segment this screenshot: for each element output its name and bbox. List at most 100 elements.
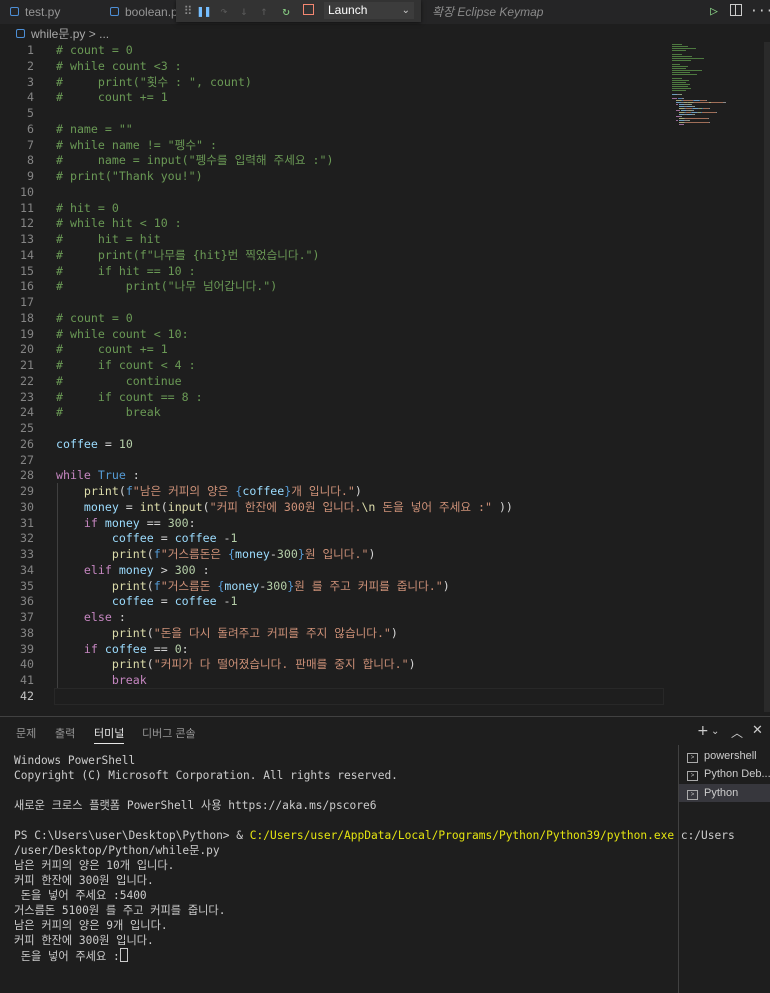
code-line[interactable]: 20 # count += 1 (0, 341, 664, 357)
code-line[interactable]: 42 (0, 687, 664, 705)
code-line[interactable]: 10 (0, 184, 664, 200)
code-text: # print("나무 넘어갑니다.") (56, 278, 277, 294)
code-line[interactable]: 31 if money == 300: (0, 515, 664, 531)
step-into-icon[interactable]: ↓ (236, 3, 252, 19)
tab-boolean-py[interactable]: boolean.p (110, 0, 178, 24)
minimap-line (672, 64, 680, 65)
code-line[interactable]: 14 # print(f"나무를 {hit}번 찍었습니다.") (0, 247, 664, 263)
code-line[interactable]: 39 if coffee == 0: (0, 641, 664, 657)
code-line[interactable]: 25 (0, 420, 664, 436)
code-line[interactable]: 27 (0, 452, 664, 468)
code-editor[interactable]: 1 # count = 0 2 # while count <3 : 3 # print(… (0, 42, 664, 712)
code-line[interactable]: 9 # print("Thank you!") (0, 168, 664, 184)
code-line[interactable]: 36 coffee = coffee -1 (0, 593, 664, 609)
code-line[interactable]: 7 # while name != "펭수" : (0, 137, 664, 153)
editor-scrollbar[interactable] (764, 42, 770, 712)
tab-test-py[interactable]: test.py (10, 0, 60, 24)
line-number: 25 (20, 421, 34, 435)
terminal-item-python[interactable]: > Python (679, 784, 770, 802)
terminal-line: 커피 한잔에 300원 입니다. (14, 933, 154, 948)
step-over-icon[interactable]: ↷ (216, 3, 232, 19)
close-icon[interactable]: ✕ (752, 723, 763, 738)
code-text: break (56, 672, 147, 688)
code-line[interactable]: 2 # while count <3 : (0, 58, 664, 74)
code-line[interactable]: 22 # continue (0, 373, 664, 389)
code-line[interactable]: 23 # if count == 8 : (0, 389, 664, 405)
code-line[interactable]: 41 break (0, 672, 664, 688)
terminal-text: 새로운 크로스 플랫폼 PowerShell 사용 https://aka.ms… (14, 799, 377, 812)
launch-config-select[interactable]: Launch ⌄ (324, 2, 414, 19)
code-text: # continue (56, 373, 182, 389)
code-line[interactable]: 26 coffee = 10 (0, 436, 664, 452)
terminal-item-python-debug[interactable]: > Python Deb... (679, 765, 770, 783)
code-line[interactable]: 5 (0, 105, 664, 121)
chevron-down-icon[interactable]: ⌄ (711, 726, 719, 737)
minimap-line (694, 106, 695, 107)
terminal-icon: > (687, 790, 698, 800)
code-line[interactable]: 35 print(f"거스름돈 {money-300}원 를 주고 커피를 줍니… (0, 578, 664, 594)
terminal-line: 돈을 넣어 주세요 : (14, 948, 128, 963)
maximize-panel-icon[interactable]: ︿ (731, 724, 743, 741)
code-line[interactable]: 6 # name = "" (0, 121, 664, 137)
tab-problems[interactable]: 문제 (16, 725, 36, 743)
step-out-icon[interactable]: ↑ (256, 3, 272, 19)
drag-handle-icon[interactable]: ⠿ (180, 3, 196, 19)
code-token: "거스름돈은 (160, 547, 229, 561)
new-terminal-icon[interactable]: + (697, 723, 709, 739)
code-line[interactable]: 16 # print("나무 넘어갑니다.") (0, 278, 664, 294)
breadcrumb-file[interactable]: while문.py (31, 27, 85, 41)
code-line[interactable]: 19 # while count < 10: (0, 326, 664, 342)
code-token: # print("Thank you!") (56, 169, 203, 183)
line-number: 40 (20, 657, 34, 672)
code-line[interactable]: 40 print("커피가 다 떨어졌습니다. 판매를 중지 합니다.") (0, 656, 664, 672)
code-line[interactable]: 17 (0, 294, 664, 310)
terminal-item-powershell[interactable]: > powershell (679, 747, 770, 765)
breadcrumb-symbols[interactable]: ... (99, 27, 109, 41)
code-line[interactable]: 3 # print("횟수 : ", count) (0, 74, 664, 90)
code-line[interactable]: 13 # hit = hit (0, 231, 664, 247)
code-line[interactable]: 38 print("돈을 다시 돌려주고 커피를 주지 않습니다.") (0, 625, 664, 641)
pause-icon[interactable]: ❚❚ (196, 3, 212, 19)
tab-terminal[interactable]: 터미널 (94, 725, 125, 744)
code-line[interactable]: 37 else : (0, 609, 664, 625)
more-actions-icon[interactable]: ··· (750, 4, 770, 20)
code-token: \n (361, 499, 376, 514)
code-line[interactable]: 1 # count = 0 (0, 42, 664, 58)
code-line[interactable]: 34 elif money > 300 : (0, 562, 664, 578)
code-token: # count = 0 (56, 43, 133, 57)
code-token: else (83, 610, 112, 624)
terminal-cursor (119, 948, 128, 962)
debug-toolbar: ⠿ ❚❚ ↷ ↓ ↑ ↻ Launch ⌄ (176, 0, 421, 22)
line-number: 39 (20, 641, 34, 656)
split-editor-icon[interactable] (728, 4, 744, 20)
code-token: : (195, 562, 210, 577)
code-line[interactable]: 24 # break (0, 404, 664, 420)
tab-debug-console[interactable]: 디버그 콘솔 (142, 725, 196, 743)
code-line[interactable]: 12 # while hit < 10 : (0, 215, 664, 231)
code-line[interactable]: 11 # hit = 0 (0, 200, 664, 216)
minimap-line (672, 66, 688, 67)
code-token: break (111, 673, 147, 687)
minimap[interactable] (664, 42, 770, 132)
code-line[interactable]: 28 while True : (0, 467, 664, 483)
code-line[interactable]: 15 # if hit == 10 : (0, 263, 664, 279)
line-number: 5 (27, 106, 34, 120)
code-line[interactable]: 32 coffee = coffee -1 (0, 530, 664, 546)
code-line[interactable]: 21 # if count < 4 : (0, 357, 664, 373)
restart-icon[interactable]: ↻ (278, 3, 294, 19)
code-token: # count += 1 (56, 90, 168, 105)
code-line[interactable]: 29 print(f"남은 커피의 양은 {coffee}개 입니다.") (0, 483, 664, 499)
terminal-line: /user/Desktop/Python/while문.py (14, 843, 220, 858)
code-line[interactable]: 4 # count += 1 (0, 89, 664, 105)
tab-output[interactable]: 출력 (55, 725, 75, 743)
code-text: coffee = coffee -1 (56, 530, 238, 546)
code-token: coffee (56, 436, 98, 451)
code-line[interactable]: 30 money = int(input("커피 한잔에 300원 입니다.\n… (0, 499, 664, 515)
code-token: : (111, 610, 126, 624)
code-token: 개 입니다." (291, 484, 355, 498)
code-line[interactable]: 18 # count = 0 (0, 310, 664, 326)
code-line[interactable]: 33 print(f"거스름돈은 {money-300}원 입니다.") (0, 546, 664, 562)
run-icon[interactable]: ▷ (706, 4, 722, 20)
code-line[interactable]: 8 # name = input("펭수를 입력해 주세요 :") (0, 152, 664, 168)
stop-icon[interactable] (300, 3, 316, 19)
